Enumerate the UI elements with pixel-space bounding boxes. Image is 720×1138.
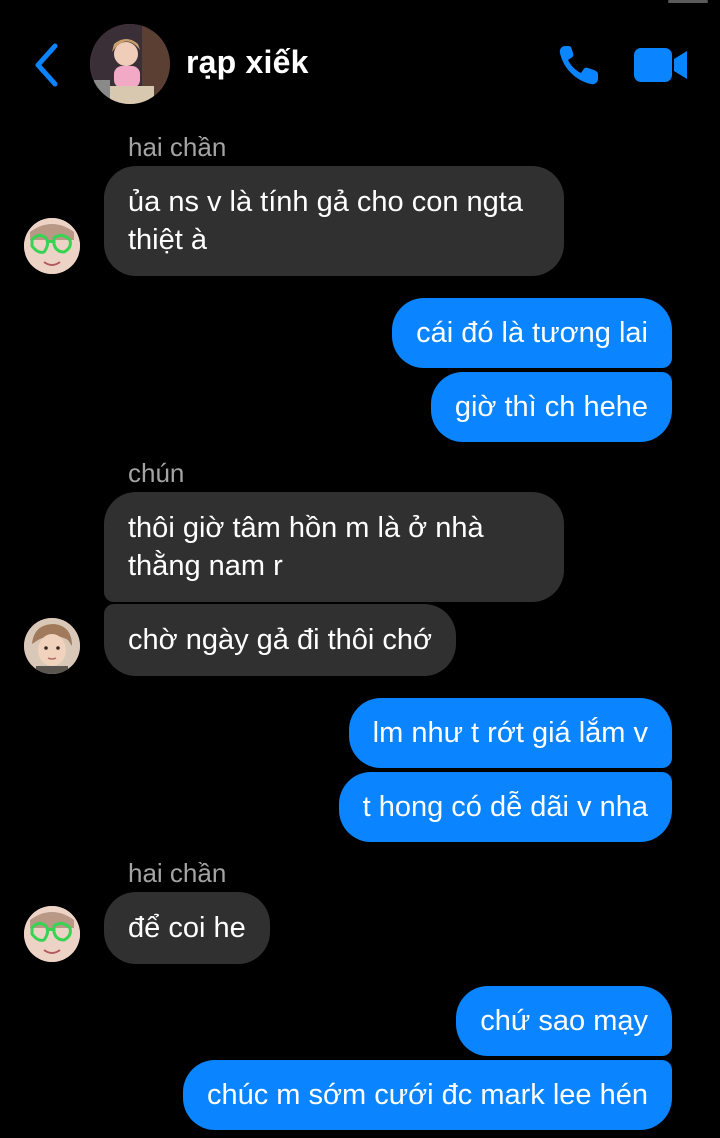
incoming-message[interactable]: ủa ns v là tính gả cho con ngta thiệt à	[104, 166, 564, 276]
sender-name: chún	[128, 458, 185, 488]
sender-avatar-hai-chan[interactable]	[24, 906, 80, 962]
video-camera-icon	[634, 48, 687, 82]
voice-call-button[interactable]	[556, 42, 606, 88]
incoming-message[interactable]: để coi he	[104, 892, 270, 964]
phone-icon	[559, 46, 598, 85]
avatar-image	[24, 906, 80, 962]
chevron-left-icon	[35, 43, 58, 87]
incoming-message[interactable]: thôi giờ tâm hồn m là ở nhà thằng nam r	[104, 492, 564, 602]
outgoing-message[interactable]: chúc m sớm cưới đc mark lee hén	[182, 1060, 672, 1130]
sender-name: hai chần	[128, 132, 227, 162]
back-button[interactable]	[24, 40, 68, 90]
outgoing-message[interactable]: cái đó là tương lai	[392, 298, 672, 368]
group-avatar-image	[90, 24, 170, 104]
chat-header: rạp xiếk	[0, 0, 720, 120]
outgoing-message[interactable]: chứ sao mạy	[456, 986, 672, 1056]
incoming-message[interactable]: chờ ngày gả đi thôi chớ	[104, 604, 457, 676]
outgoing-message[interactable]: lm như t rớt giá lắm v	[348, 698, 672, 768]
sender-name: hai chần	[128, 858, 227, 888]
outgoing-message[interactable]: giờ thì ch hehe	[430, 372, 672, 442]
conversation-title[interactable]: rạp xiếk	[186, 44, 309, 81]
avatar-image	[24, 618, 80, 674]
sender-avatar-hai-chan[interactable]	[24, 218, 80, 274]
outgoing-message[interactable]: t hong có dễ dãi v nha	[338, 772, 672, 842]
group-avatar[interactable]	[90, 24, 170, 104]
avatar-image	[24, 218, 80, 274]
video-call-button[interactable]	[632, 44, 690, 86]
sender-avatar-chun[interactable]	[24, 618, 80, 674]
status-indicator	[668, 0, 708, 3]
